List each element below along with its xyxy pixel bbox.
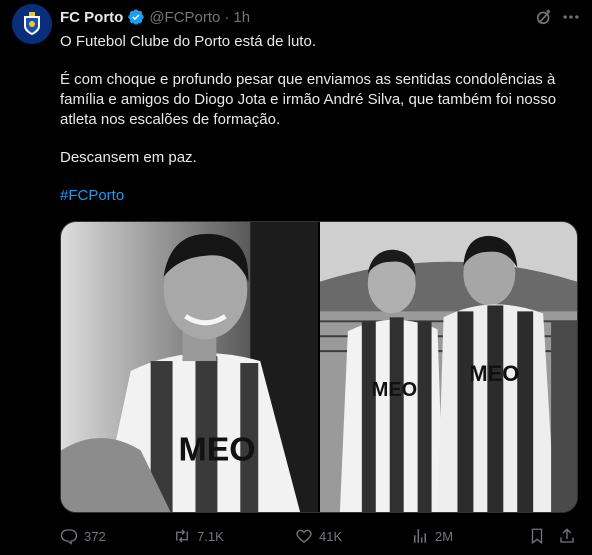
sponsor-text-3: MEO bbox=[469, 361, 519, 386]
views-chart-icon bbox=[414, 529, 426, 543]
sponsor-text: MEO bbox=[179, 430, 256, 468]
verified-badge-icon bbox=[128, 9, 145, 25]
photo-left[interactable]: MEO bbox=[61, 222, 318, 512]
like-button[interactable]: 41K bbox=[295, 526, 342, 546]
grok-icon[interactable] bbox=[534, 7, 554, 27]
bookmark-button[interactable] bbox=[528, 526, 552, 546]
hashtag-link[interactable]: #FCPorto bbox=[60, 187, 124, 204]
more-icon[interactable] bbox=[561, 7, 581, 27]
repost-icon bbox=[176, 529, 188, 543]
post-line-3: Descansem em paz. bbox=[60, 149, 197, 166]
bookmark-icon bbox=[531, 528, 543, 545]
two-players-stadium-photo: MEO MEO bbox=[320, 222, 577, 512]
reply-button[interactable]: 372 bbox=[60, 526, 106, 546]
views-button[interactable]: 2M bbox=[411, 526, 453, 546]
fc-porto-crest-icon bbox=[12, 4, 52, 44]
reply-count: 372 bbox=[84, 528, 106, 544]
post-header: FC Porto @FCPorto · 1h bbox=[60, 7, 250, 27]
views-count: 2M bbox=[435, 528, 454, 544]
post-text: O Futebol Clube do Porto está de luto. É… bbox=[60, 32, 580, 206]
sponsor-text-2: MEO bbox=[372, 379, 417, 401]
author-name[interactable]: FC Porto bbox=[60, 9, 123, 26]
heart-icon bbox=[296, 529, 312, 543]
avatar[interactable] bbox=[12, 4, 52, 44]
post-paragraph-2: É com choque e profundo pesar que enviam… bbox=[60, 71, 557, 128]
repost-count: 7.1K bbox=[197, 528, 224, 544]
reply-icon bbox=[60, 529, 78, 545]
author-handle[interactable]: @FCPorto bbox=[149, 9, 220, 26]
post-time[interactable]: 1h bbox=[233, 9, 250, 26]
post-line-1: O Futebol Clube do Porto está de luto. bbox=[60, 33, 316, 50]
action-bar: 372 7.1K 41K 2M bbox=[60, 526, 580, 546]
like-count: 41K bbox=[319, 528, 343, 544]
share-button[interactable] bbox=[558, 526, 582, 546]
repost-button[interactable]: 7.1K bbox=[173, 526, 224, 546]
share-icon bbox=[560, 528, 574, 543]
separator-dot: · bbox=[224, 8, 230, 26]
player-portrait-photo: MEO bbox=[61, 222, 318, 512]
photo-right[interactable]: MEO MEO bbox=[320, 222, 577, 512]
media-grid: MEO MEO MEO bbox=[60, 221, 578, 513]
